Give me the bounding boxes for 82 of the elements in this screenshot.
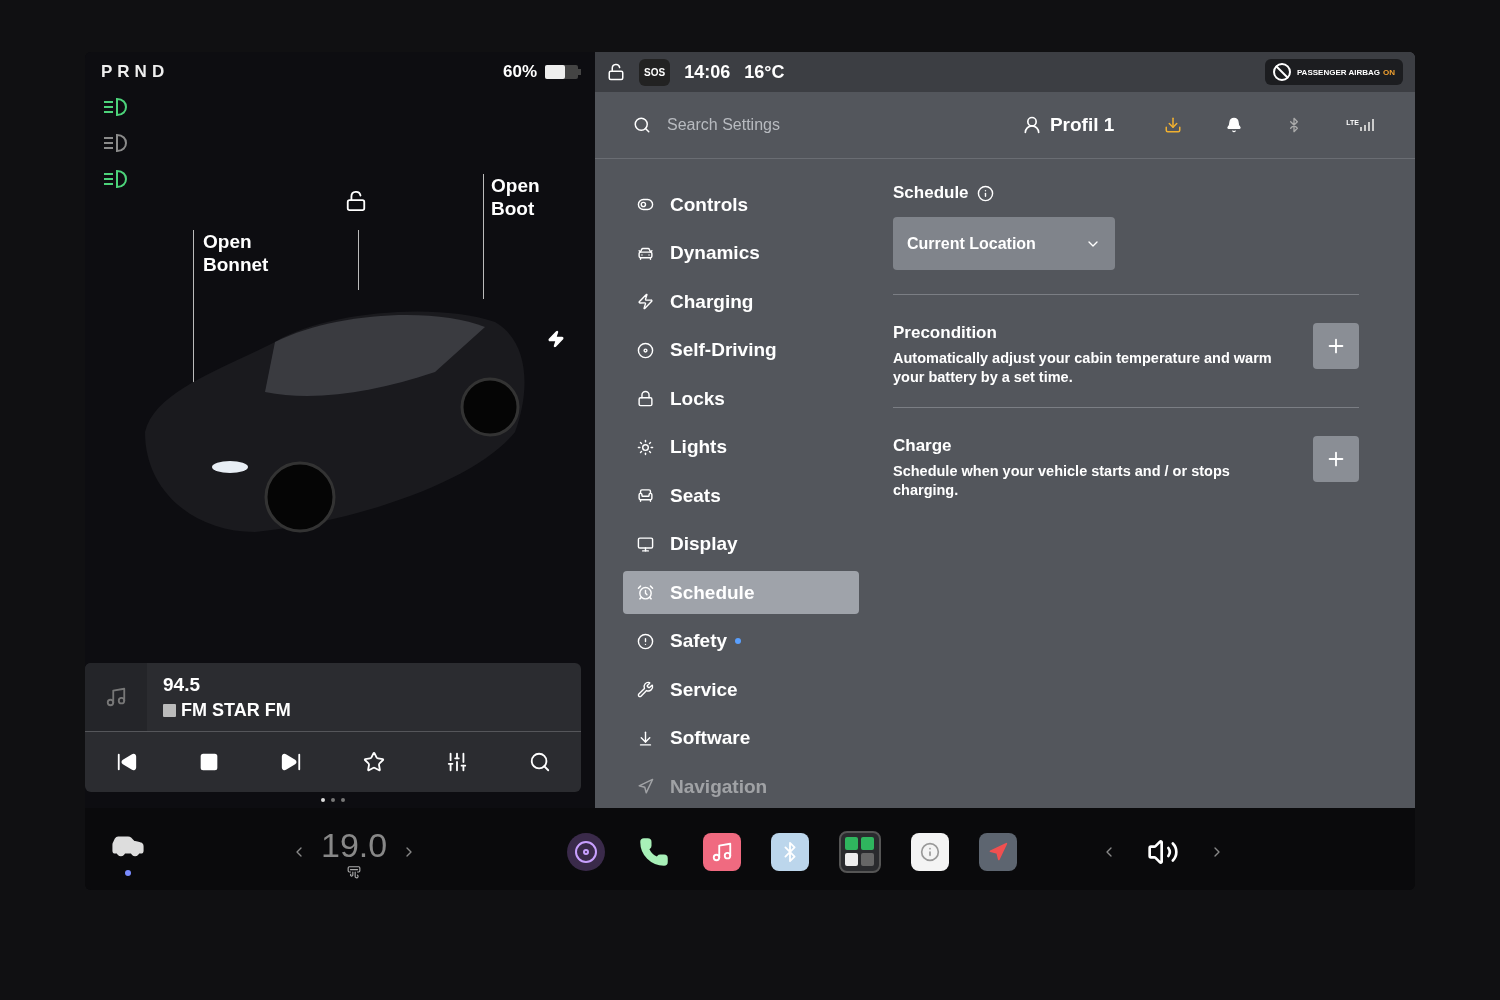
menu-item-icon (637, 632, 654, 650)
menu-item-icon (637, 196, 654, 213)
app-launcher-icon[interactable] (839, 831, 882, 873)
menu-item-label: Software (670, 727, 751, 749)
settings-menu-item[interactable]: Controls (623, 183, 859, 226)
menu-item-label: Dynamics (670, 242, 760, 264)
music-app-icon[interactable] (703, 833, 742, 871)
search-field[interactable]: Search Settings (665, 115, 969, 135)
radio-icon (163, 703, 176, 717)
menu-item-icon (637, 293, 654, 310)
schedule-item-title: Precondition (893, 323, 998, 343)
outside-temperature: 16°C (744, 61, 785, 83)
menu-item-label: Self-Driving (670, 339, 777, 361)
menu-item-label: Seats (670, 484, 721, 507)
menu-item-icon (637, 341, 654, 359)
schedule-item-title: Charge (893, 436, 953, 456)
menu-item-label: Service (670, 678, 738, 701)
add-button[interactable] (1313, 323, 1359, 369)
signal-icon (1359, 119, 1375, 131)
navigation-app-icon[interactable] (979, 833, 1018, 871)
clock-time: 14:06 (684, 61, 731, 83)
open-bonnet-link[interactable]: Open Bonnet (203, 230, 283, 276)
music-note-icon (105, 686, 127, 708)
radio-frequency: 94.5 (163, 673, 201, 696)
settings-menu-item[interactable]: Lights (623, 425, 859, 469)
battery-icon (545, 65, 581, 79)
active-dot (125, 870, 131, 876)
menu-item-icon (637, 535, 654, 553)
page-dot[interactable] (341, 798, 345, 802)
settings-menu-item[interactable]: Display (623, 522, 859, 566)
settings-menu-item[interactable]: Service (623, 668, 859, 711)
section-title: Schedule (893, 183, 969, 203)
menu-item-label: Charging (670, 290, 754, 313)
page-dot[interactable] (331, 798, 335, 802)
menu-item-label: Display (670, 533, 738, 555)
settings-menu-item[interactable]: Software (623, 716, 859, 760)
camera-app-icon[interactable] (567, 833, 606, 871)
menu-item-icon (637, 778, 654, 795)
cabin-temperature[interactable]: 19.0 (321, 825, 388, 865)
sos-button[interactable]: SOS (639, 58, 671, 86)
menu-item-icon (637, 729, 654, 747)
menu-item-label: Schedule (670, 581, 755, 604)
battery-percent: 60% (502, 62, 537, 82)
info-icon[interactable] (976, 184, 994, 202)
defrost-icon[interactable] (347, 864, 362, 879)
search-icon (633, 116, 651, 134)
settings-menu-item[interactable]: Self-Driving (623, 328, 859, 372)
page-dot[interactable] (321, 798, 325, 802)
settings-menu-item[interactable]: Safety (623, 619, 859, 663)
menu-item-label: Lights (670, 436, 727, 458)
airbag-state: ON (1383, 67, 1395, 77)
unlock-icon[interactable] (607, 63, 625, 81)
menu-item-icon (637, 681, 654, 698)
add-button[interactable] (1313, 436, 1359, 482)
manual-app-icon[interactable] (911, 833, 950, 871)
schedule-item-description: Automatically adjust your cabin temperature and warm your battery by a set time. (893, 349, 1273, 387)
station-name: FM STAR FM (181, 699, 291, 721)
download-icon[interactable] (1164, 116, 1183, 134)
bluetooth-app-icon[interactable] (771, 833, 810, 871)
menu-item-icon (637, 487, 654, 504)
menu-item-icon (637, 584, 654, 601)
menu-item-label: Controls (670, 193, 749, 216)
location-dropdown[interactable]: Current Location (893, 217, 1115, 270)
notification-icon[interactable] (1226, 117, 1243, 133)
menu-item-icon (637, 390, 654, 407)
gear-indicator: PRND (101, 62, 170, 82)
unlock-icon[interactable] (345, 190, 367, 212)
menu-item-icon (637, 438, 654, 456)
settings-menu-item[interactable]: Charging (623, 280, 859, 323)
menu-item-label: Safety (670, 630, 728, 652)
user-icon (1021, 115, 1042, 135)
menu-item-label: Navigation (670, 775, 768, 798)
airbag-icon (1272, 63, 1291, 81)
airbag-label: PASSENGER AIRBAG (1296, 67, 1380, 77)
settings-menu-item[interactable]: Dynamics (623, 231, 859, 275)
open-boot-link[interactable]: Open Boot (491, 174, 571, 220)
menu-item-label: Locks (670, 387, 725, 410)
settings-menu-item[interactable]: Seats (623, 474, 859, 517)
settings-menu-item[interactable]: Locks (623, 377, 859, 420)
profile-button[interactable]: Profil 1 (1015, 113, 1121, 137)
schedule-item-description: Schedule when your vehicle starts and / or stops charging. (893, 462, 1231, 500)
charge-port-icon[interactable] (547, 330, 565, 348)
